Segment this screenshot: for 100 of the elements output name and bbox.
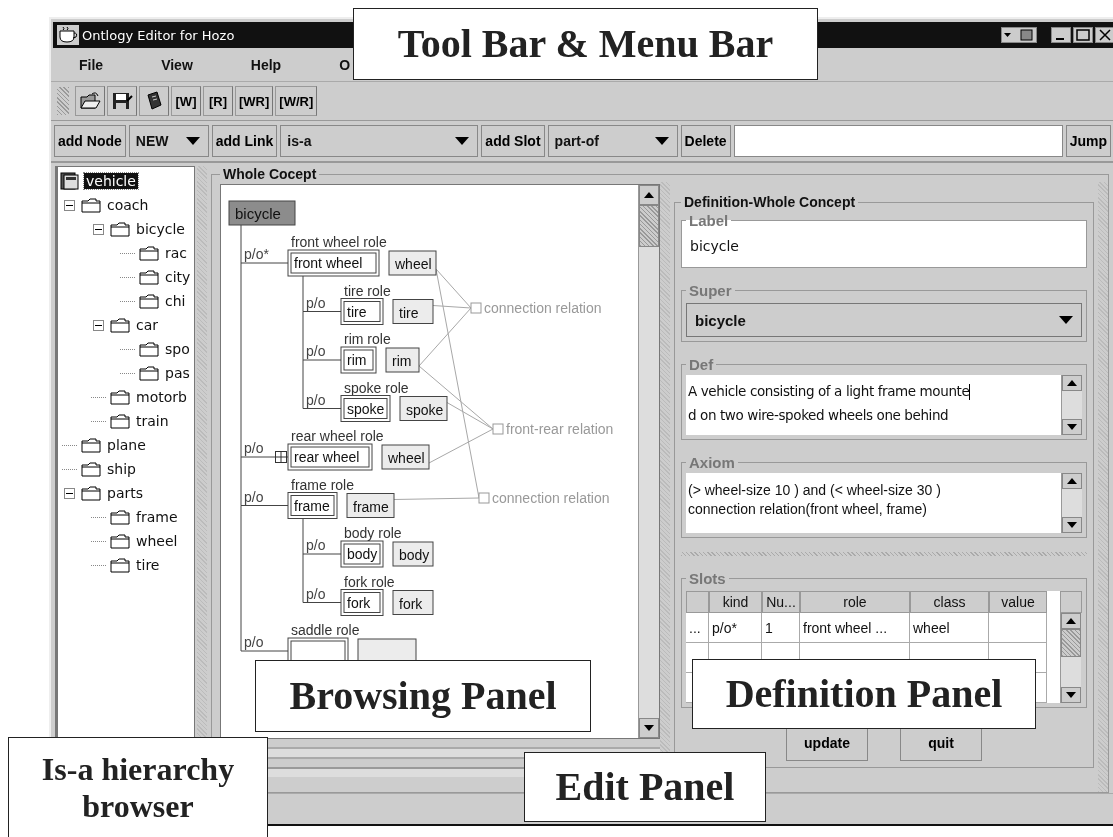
up-arrow-icon xyxy=(644,192,654,198)
collapse-icon[interactable] xyxy=(93,319,104,331)
tree-item[interactable]: tire xyxy=(134,557,162,573)
class-node[interactable]: frame xyxy=(346,493,395,518)
link-label: p/o xyxy=(306,585,326,602)
caret-icon xyxy=(654,137,669,145)
role-label: rim role xyxy=(344,331,391,347)
panel-title: Whole Cocept xyxy=(222,166,318,182)
role-node[interactable]: rear wheel xyxy=(287,443,373,471)
column-header[interactable]: value xyxy=(989,591,1047,613)
column-header[interactable]: role xyxy=(800,591,910,613)
tree-item[interactable]: city xyxy=(163,269,193,285)
link-label: p/o* xyxy=(244,246,269,262)
jump-button[interactable]: Jump xyxy=(1065,125,1111,157)
toolbar-button[interactable]: [WR] xyxy=(235,86,274,116)
splitter-handle[interactable] xyxy=(1098,182,1108,792)
class-node[interactable]: tire xyxy=(392,299,434,324)
minimize-icon[interactable] xyxy=(1051,27,1071,43)
book-button[interactable] xyxy=(139,86,169,116)
scroll-down-button[interactable] xyxy=(1062,419,1082,435)
scrollbar[interactable] xyxy=(1061,473,1082,533)
toolbar-button[interactable]: [R] xyxy=(203,86,233,116)
callout-tooltip: Tool Bar & Menu Bar xyxy=(353,8,818,80)
tree-item[interactable]: wheel xyxy=(134,533,180,549)
tree-item[interactable]: parts xyxy=(105,485,145,501)
collapse-icon[interactable] xyxy=(93,223,104,235)
role-node[interactable]: frame xyxy=(287,492,338,519)
column-header[interactable]: class xyxy=(910,591,989,613)
down-arrow-icon xyxy=(1067,522,1077,528)
add-node-button[interactable]: add Node xyxy=(54,125,126,157)
jump-field[interactable] xyxy=(733,125,1063,157)
group-title: Slots xyxy=(688,570,727,587)
role-node[interactable]: fork xyxy=(340,589,384,616)
tree-item[interactable]: vehicle xyxy=(84,173,138,189)
class-node[interactable]: rim xyxy=(385,347,420,373)
tree-item[interactable]: rac xyxy=(163,245,190,261)
role-node[interactable]: rim xyxy=(340,346,377,374)
toolbar-grip[interactable] xyxy=(57,87,69,115)
class-node[interactable]: wheel xyxy=(388,250,437,276)
tree-item[interactable]: motorb xyxy=(134,389,189,405)
scroll-up-button[interactable] xyxy=(1062,375,1082,391)
role-node[interactable]: spoke xyxy=(340,395,391,422)
tree-item[interactable]: car xyxy=(134,317,161,333)
open-button[interactable] xyxy=(75,86,105,116)
table-cell: p/o* xyxy=(709,613,762,643)
tree-item[interactable]: ship xyxy=(105,461,138,477)
add-slot-button[interactable]: add Slot xyxy=(481,125,545,157)
collapse-icon[interactable] xyxy=(64,199,75,211)
scroll-thumb[interactable] xyxy=(1061,629,1081,657)
node-type-dropdown[interactable]: NEW xyxy=(128,125,209,157)
slot-type-dropdown[interactable]: part-of xyxy=(547,125,678,157)
concept-node[interactable]: bicycle xyxy=(228,200,296,226)
role-node[interactable]: tire xyxy=(340,298,384,325)
callout-tooltip: Browsing Panel xyxy=(255,660,591,732)
collapse-icon[interactable] xyxy=(64,487,75,499)
scroll-thumb[interactable] xyxy=(639,205,659,247)
scroll-down-button[interactable] xyxy=(1062,517,1082,533)
scrollbar[interactable] xyxy=(1061,375,1082,435)
column-header[interactable]: kind xyxy=(709,591,762,613)
menu-item[interactable]: File xyxy=(79,56,104,73)
scroll-down-button[interactable] xyxy=(639,718,659,738)
super-dropdown[interactable]: bicycle xyxy=(686,303,1082,337)
class-node[interactable]: spoke xyxy=(399,396,448,421)
tree-item[interactable]: plane xyxy=(105,437,148,453)
tree-item[interactable]: chi xyxy=(163,293,188,309)
close-icon[interactable] xyxy=(1095,27,1113,43)
toolbar-button[interactable]: [W/R] xyxy=(275,86,318,116)
scrollbar[interactable] xyxy=(1060,613,1081,703)
tree-item[interactable]: bicycle xyxy=(134,221,187,237)
tree-item[interactable]: coach xyxy=(105,197,151,213)
tree-item[interactable]: frame xyxy=(134,509,180,525)
class-node[interactable]: wheel xyxy=(381,444,430,470)
scroll-up-button[interactable] xyxy=(639,185,659,205)
save-button[interactable] xyxy=(107,86,137,116)
menu-item[interactable]: View xyxy=(161,56,193,73)
scroll-down-button[interactable] xyxy=(1061,687,1081,703)
maximize-icon[interactable] xyxy=(1073,27,1093,43)
role-node[interactable]: front wheel xyxy=(287,249,380,277)
scroll-up-button[interactable] xyxy=(1062,473,1082,489)
menu-icon[interactable] xyxy=(1001,27,1037,43)
tree-item[interactable]: pas xyxy=(163,365,192,381)
role-node[interactable]: body xyxy=(340,540,384,568)
class-node[interactable]: fork xyxy=(392,590,434,615)
menu-item[interactable]: O xyxy=(339,56,350,73)
link-type-dropdown[interactable]: is-a xyxy=(280,125,479,157)
column-header[interactable]: Nu... xyxy=(762,591,800,613)
toolbar-button[interactable]: [W] xyxy=(171,86,201,116)
scrollbar[interactable] xyxy=(638,185,659,738)
add-link-button[interactable]: add Link xyxy=(211,125,278,157)
up-arrow-icon xyxy=(1067,380,1077,386)
delete-button[interactable]: Delete xyxy=(680,125,731,157)
label-field[interactable]: bicycle xyxy=(686,229,1082,263)
callout-tooltip: Edit Panel xyxy=(524,752,766,822)
tree-item[interactable]: spo xyxy=(163,341,192,357)
scroll-up-button[interactable] xyxy=(1061,613,1081,629)
class-node[interactable]: body xyxy=(392,541,434,567)
role-label: fork role xyxy=(344,573,395,590)
tree-item[interactable]: train xyxy=(134,413,171,429)
menu-item[interactable]: Help xyxy=(250,56,282,73)
branch-line xyxy=(302,553,342,603)
